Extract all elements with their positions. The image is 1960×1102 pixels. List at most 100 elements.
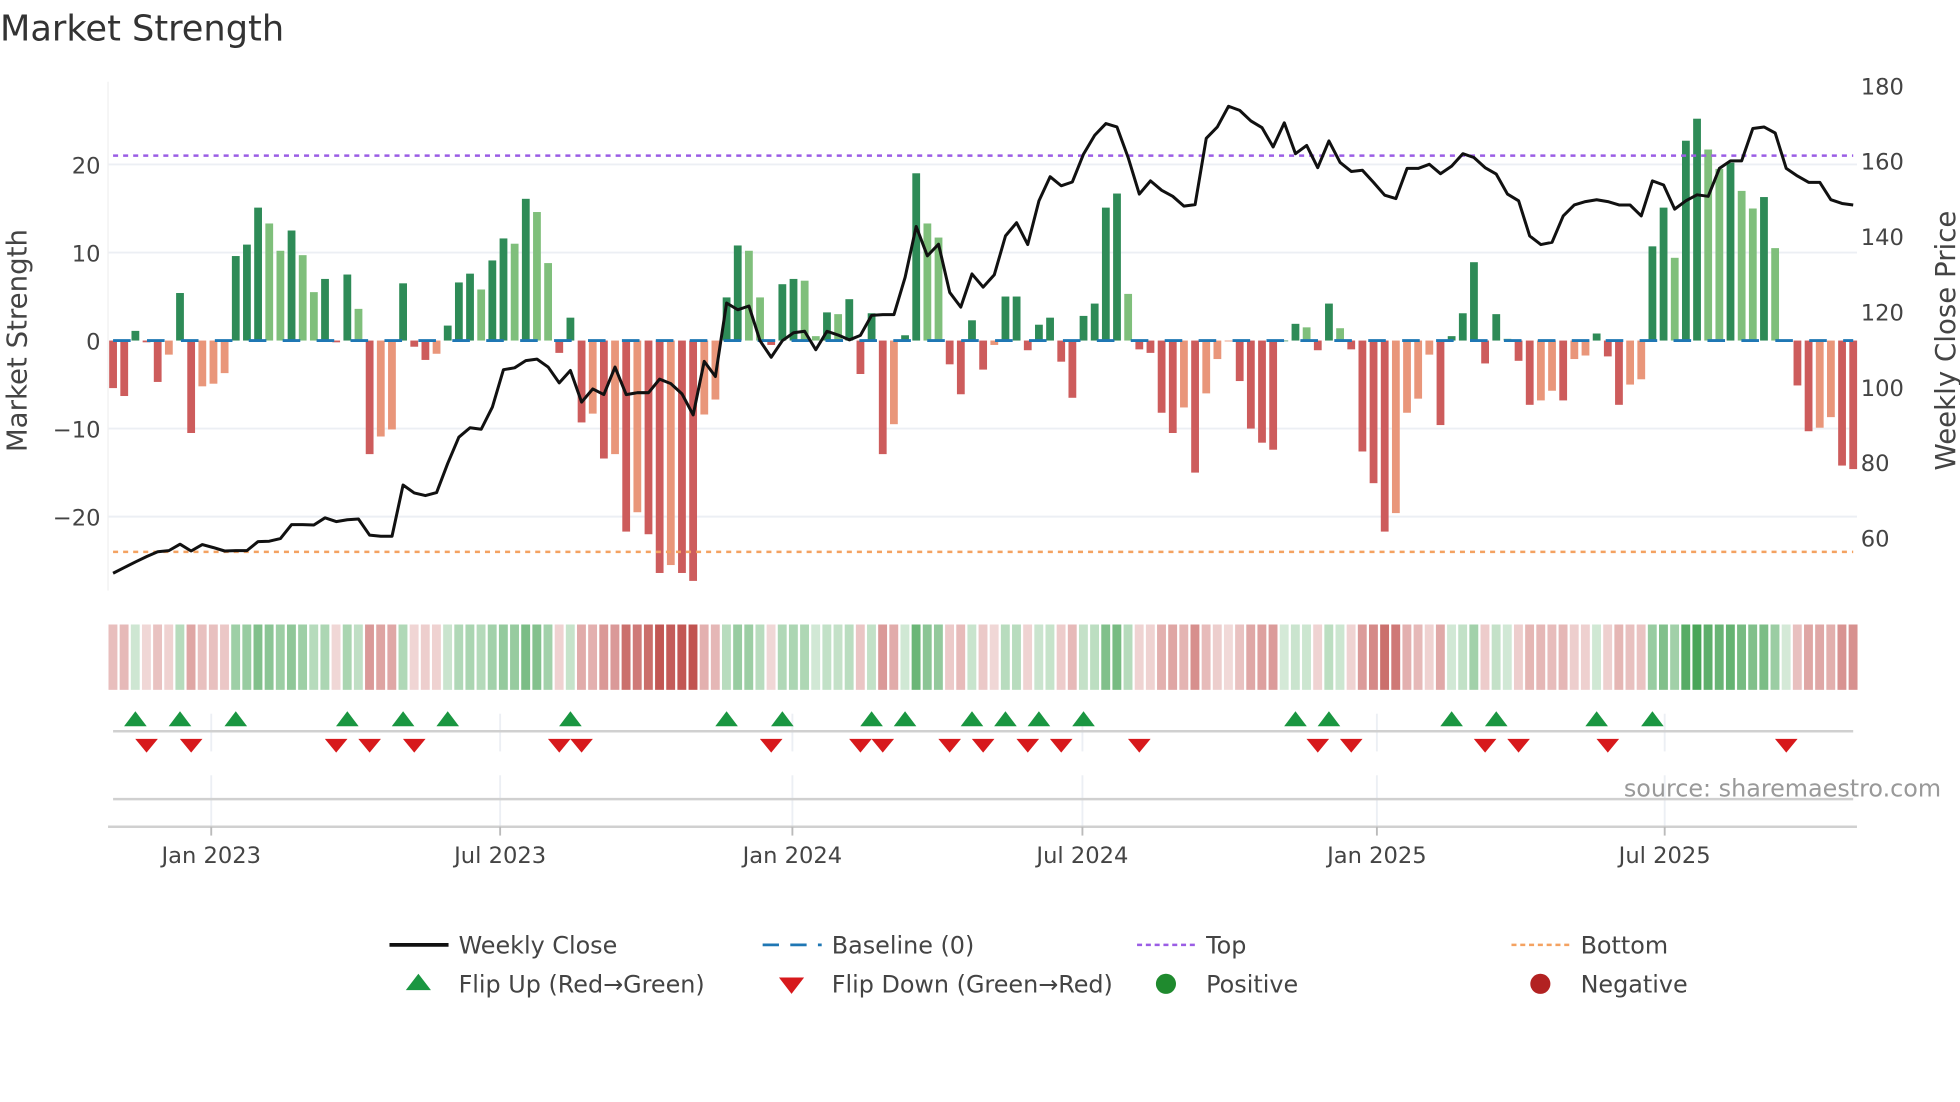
right-axis-title: Weekly Close Price: [1929, 211, 1960, 471]
strip-cell: [922, 624, 932, 690]
flip-up-marker: [436, 711, 460, 727]
negative-bar: [1637, 340, 1646, 380]
positive-bar: [243, 244, 251, 341]
positive-bar: [845, 299, 854, 341]
strip-cell: [1157, 624, 1166, 690]
strip-cell: [1502, 624, 1512, 690]
negative-bar: [1213, 340, 1222, 360]
strip-cell: [231, 624, 241, 690]
x-axis: Jan 2023 Jul 2023 Jan 2024 Jul 2024 Jan 2025…: [108, 825, 1857, 869]
positive-bar: [923, 223, 932, 341]
strip-cell: [1536, 624, 1546, 690]
strip-cell: [353, 624, 363, 690]
strip-cell: [744, 624, 754, 690]
flip-up-marker: [1027, 711, 1051, 727]
positive-bar: [1726, 162, 1735, 341]
strength-heat-strip: [108, 624, 1858, 690]
negative-bar: [599, 340, 608, 459]
positive-bar: [744, 250, 753, 341]
strip-cell: [1480, 624, 1490, 690]
strip-cell: [1737, 624, 1746, 690]
negative-bar: [1804, 340, 1813, 432]
flip-down-marker: [871, 738, 895, 753]
strip-cell: [577, 624, 586, 690]
positive-bar: [254, 207, 262, 341]
flip-up-marker: [224, 711, 248, 727]
negative-bar: [153, 340, 162, 382]
negative-bar: [633, 340, 642, 513]
strip-cell: [788, 624, 798, 690]
strip-cell: [1491, 624, 1501, 690]
positive-bar: [131, 330, 140, 341]
chart-title: Market Strength: [0, 8, 284, 49]
strip-cell: [1101, 624, 1111, 690]
strip-cell: [208, 624, 218, 690]
strip-cell: [1134, 624, 1144, 690]
strip-cell: [666, 624, 676, 690]
strip-cell: [1580, 624, 1590, 690]
positive-bar: [1001, 296, 1010, 341]
negative-bar: [577, 340, 586, 423]
strip-cell: [822, 624, 832, 690]
strip-cell: [878, 624, 888, 690]
strip-cell: [889, 624, 899, 690]
negative-bar: [1191, 340, 1199, 473]
strip-cell: [342, 624, 352, 690]
positive-bar: [1113, 193, 1121, 341]
strip-cell: [220, 624, 229, 690]
flip-down-marker: [759, 738, 783, 753]
negative-bar: [1536, 340, 1545, 401]
flip-up-marker: [1440, 711, 1463, 727]
strip-cell: [130, 624, 140, 690]
strip-cell: [498, 624, 508, 690]
left-axis-title: Market Strength: [0, 229, 33, 452]
negative-bar: [1369, 340, 1378, 484]
strip-cell: [1056, 624, 1066, 690]
flip-up-marker: [1585, 711, 1608, 727]
flip-down-marker: [1127, 738, 1151, 753]
negative-bar: [1525, 340, 1534, 405]
strip-cell: [1837, 624, 1847, 690]
left-tick-label: 0: [86, 329, 100, 355]
legend-label: Baseline (0): [832, 932, 975, 960]
strip-cell: [1246, 624, 1256, 690]
strip-cell: [1703, 624, 1713, 690]
negative-bar: [588, 340, 597, 414]
positive-bar: [309, 292, 318, 341]
flip-up-marker: [1284, 711, 1307, 727]
positive-bar: [1458, 313, 1467, 341]
negative-bar: [1246, 340, 1255, 429]
legend-flip-up-icon: [405, 973, 431, 991]
negative-bar: [1202, 340, 1211, 394]
strip-cell: [331, 624, 341, 690]
negative-bar: [1481, 340, 1489, 364]
negative-bar: [1581, 340, 1590, 356]
strip-cell: [1123, 624, 1133, 690]
strip-cell: [1770, 624, 1780, 690]
flip-up-marker: [336, 711, 359, 727]
left-tick-label: 10: [72, 241, 101, 267]
negative-bar: [1157, 340, 1166, 413]
positive-bar: [912, 173, 921, 341]
strip-cell: [1391, 624, 1401, 690]
negative-bar: [1313, 340, 1322, 351]
negative-bar: [1838, 340, 1846, 466]
negative-bar: [421, 340, 430, 360]
strip-cell: [1625, 624, 1635, 690]
positive-bar: [1325, 303, 1333, 341]
flip-down-marker: [570, 738, 593, 753]
negative-bar: [1146, 340, 1155, 353]
legend-label: Top: [1205, 932, 1246, 960]
strip-cell: [967, 624, 977, 690]
flip-up-marker: [1072, 711, 1095, 727]
flip-up-marker: [860, 711, 883, 727]
flip-down-marker: [179, 738, 203, 753]
strip-cell: [1714, 624, 1724, 690]
negative-bar: [644, 340, 653, 535]
strip-cell: [1023, 624, 1033, 690]
flip-markers-panel: [113, 711, 1854, 827]
strip-cell: [911, 624, 921, 690]
negative-bar: [376, 340, 385, 437]
strip-cell: [1413, 624, 1423, 690]
flip-down-marker: [1049, 738, 1073, 753]
